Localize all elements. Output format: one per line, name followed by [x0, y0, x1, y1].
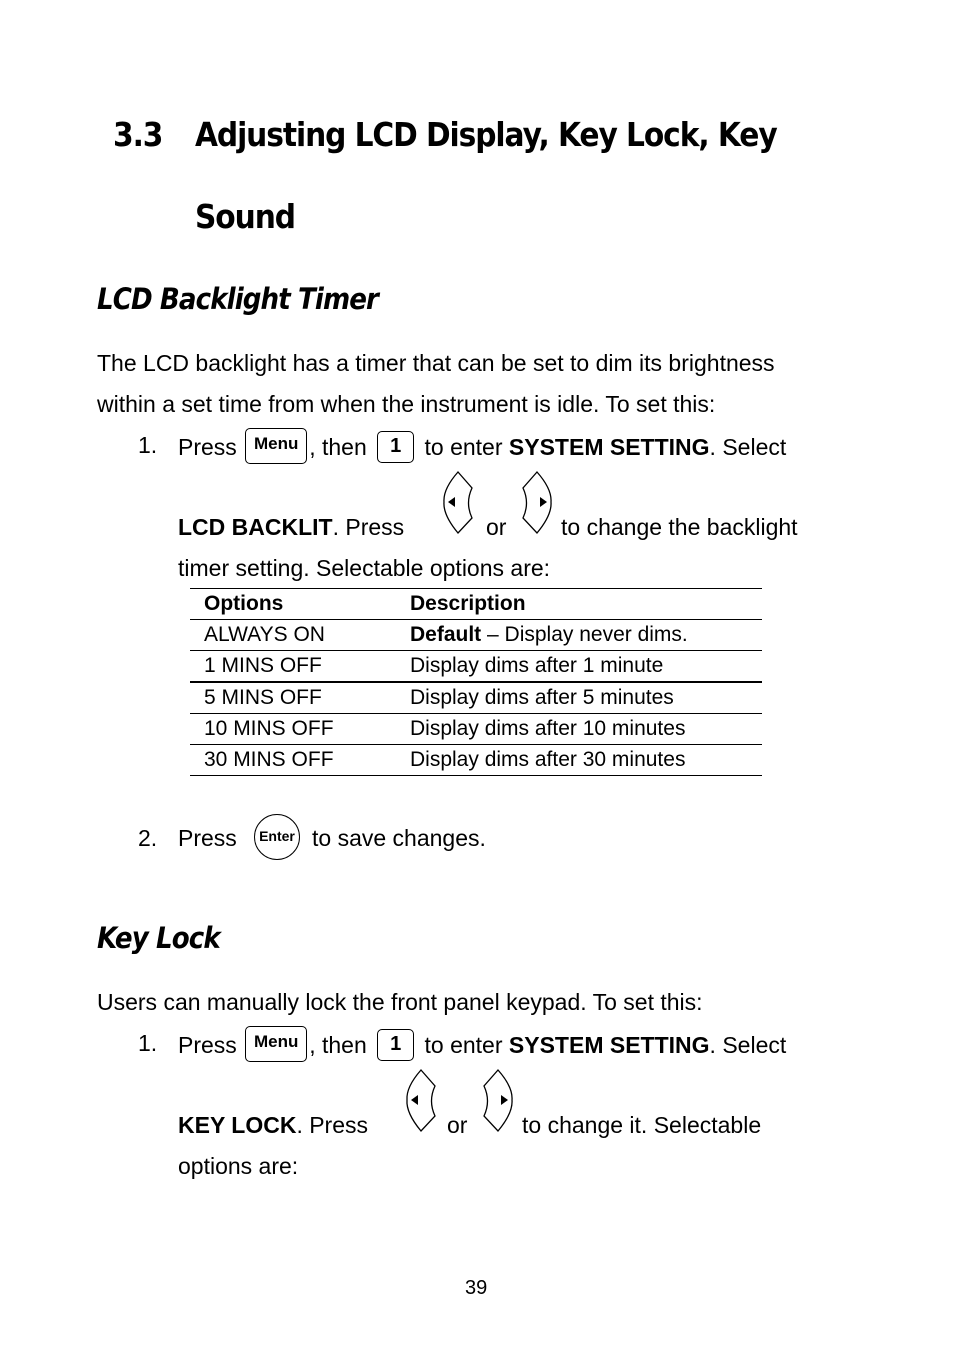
table-header-row: Options Description	[190, 588, 762, 620]
section-title-line2: Sound	[195, 197, 296, 236]
description-cell: Display dims after 10 minutes	[396, 713, 762, 745]
press-text: Press	[178, 434, 237, 461]
system-setting-text: SYSTEM SETTING	[508, 434, 710, 461]
keylock-step1-line3: options are:	[178, 1153, 299, 1179]
option-cell: 10 MINS OFF	[190, 713, 396, 745]
or-text: or	[447, 1112, 468, 1138]
one-key-icon: 1	[377, 431, 415, 463]
key-lock-text: KEY LOCK	[178, 1112, 297, 1138]
select-text: . Select	[709, 434, 787, 461]
enter-key-icon: Enter	[254, 814, 300, 860]
backlight-options-table: Options Description ALWAYS ON Default – …	[190, 588, 762, 776]
backlight-heading: LCD Backlight Timer	[97, 282, 379, 316]
to-enter-text: to enter	[424, 434, 503, 461]
keylock-step1-number: 1.	[138, 1030, 158, 1056]
press2-text: . Press	[296, 1112, 369, 1138]
description-cell: Display dims after 30 minutes	[396, 744, 762, 776]
backlight-step2-press: Press	[178, 825, 237, 851]
description-text: – Display never dims.	[481, 623, 688, 646]
section-title-line1: Adjusting LCD Display, Key Lock, Key	[195, 115, 778, 154]
to-enter-text: to enter	[424, 1032, 503, 1059]
system-setting-text: SYSTEM SETTING	[508, 1032, 710, 1059]
description-cell: Display dims after 5 minutes	[396, 682, 762, 714]
backlight-step1-line2: LCD BACKLIT. Press	[178, 513, 404, 541]
backlight-step1-line3: timer setting. Selectable options are:	[178, 555, 551, 581]
press-text: Press	[178, 1032, 237, 1059]
backlight-step2-tail: to save changes.	[312, 825, 486, 851]
option-cell: 30 MINS OFF	[190, 744, 396, 776]
menu-key-icon: Menu	[245, 1026, 308, 1062]
left-arrow-key-icon	[404, 1069, 438, 1133]
then-text: , then	[309, 434, 367, 461]
select-text: . Select	[709, 1032, 787, 1059]
backlight-step1-line1: Press Menu, then 1 to enter SYSTEM SETTI…	[178, 428, 787, 467]
then-text: , then	[309, 1032, 367, 1059]
column-header-description: Description	[396, 588, 762, 620]
one-key-icon: 1	[377, 1029, 415, 1061]
backlight-intro-line1: The LCD backlight has a timer that can b…	[97, 350, 775, 376]
table-row: 5 MINS OFF Display dims after 5 minutes	[190, 682, 762, 714]
keylock-step1-tail: to change it. Selectable	[522, 1112, 762, 1138]
section-number: 3.3	[113, 115, 163, 154]
option-cell: ALWAYS ON	[190, 619, 396, 651]
keylock-intro: Users can manually lock the front panel …	[97, 989, 703, 1015]
or-text: or	[486, 514, 507, 540]
option-cell: 1 MINS OFF	[190, 650, 396, 683]
table-row: 30 MINS OFF Display dims after 30 minute…	[190, 744, 762, 776]
press2-text: . Press	[332, 514, 405, 540]
backlight-step1-number: 1.	[138, 432, 158, 458]
backlight-step2-number: 2.	[138, 825, 158, 851]
description-cell: Default – Display never dims.	[396, 619, 762, 651]
backlight-intro-line2: within a set time from when the instrume…	[97, 391, 716, 417]
column-header-options: Options	[190, 588, 396, 620]
table-row: 1 MINS OFF Display dims after 1 minute	[190, 650, 762, 683]
lcd-backlit-text: LCD BACKLIT	[178, 514, 333, 540]
description-cell: Display dims after 1 minute	[396, 650, 762, 683]
menu-key-icon: Menu	[245, 428, 308, 464]
option-cell: 5 MINS OFF	[190, 682, 396, 714]
table-row: ALWAYS ON Default – Display never dims.	[190, 619, 762, 651]
table-row: 10 MINS OFF Display dims after 10 minute…	[190, 713, 762, 745]
page-number: 39	[465, 1277, 488, 1299]
right-arrow-key-icon	[481, 1069, 515, 1133]
keylock-step1-line2: KEY LOCK. Press	[178, 1111, 368, 1139]
backlight-step1-tail: to change the backlight	[561, 514, 798, 540]
keylock-heading: Key Lock	[97, 921, 221, 955]
right-arrow-key-icon	[520, 471, 554, 535]
default-label: Default	[410, 623, 482, 646]
keylock-step1-line1: Press Menu, then 1 to enter SYSTEM SETTI…	[178, 1026, 787, 1065]
left-arrow-key-icon	[441, 471, 475, 535]
